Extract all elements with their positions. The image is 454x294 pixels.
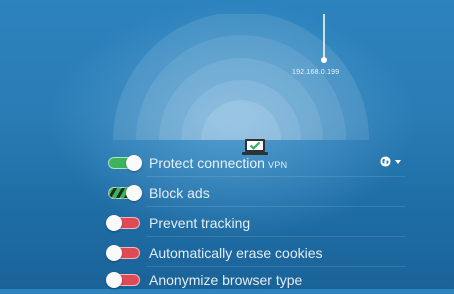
location-selector[interactable] [380, 156, 401, 167]
toggle-knob [106, 245, 122, 261]
setting-label: Automatically erase cookies [149, 245, 323, 261]
ip-address-label: 192.168.0.199 [292, 69, 340, 76]
setting-label: Protect connection VPN [149, 155, 288, 171]
vpn-tag: VPN [267, 160, 288, 170]
setting-row-block-ads[interactable]: Block ads [100, 179, 405, 207]
protect-connection-toggle[interactable] [108, 155, 142, 171]
setting-row-erase-cookies[interactable]: Automatically erase cookies [100, 239, 405, 267]
toggle-knob [106, 272, 122, 288]
prevent-tracking-toggle[interactable] [106, 215, 140, 231]
anonymize-browser-toggle[interactable] [106, 272, 140, 288]
setting-row-protect-connection[interactable]: Protect connection VPN [100, 149, 405, 177]
chevron-down-icon [395, 159, 401, 164]
divider [146, 206, 405, 207]
toggle-knob [126, 185, 142, 201]
erase-cookies-toggle[interactable] [106, 245, 140, 261]
divider [146, 176, 405, 177]
setting-label: Prevent tracking [149, 215, 251, 231]
setting-row-anonymize-browser[interactable]: Anonymize browser type [100, 266, 405, 294]
setting-label: Block ads [149, 185, 210, 201]
toggle-knob [126, 155, 142, 171]
toggle-knob [106, 215, 122, 231]
setting-row-prevent-tracking[interactable]: Prevent tracking [100, 209, 405, 237]
block-ads-toggle[interactable] [108, 185, 142, 201]
setting-label: Anonymize browser type [149, 272, 303, 288]
ip-connector-dot [321, 57, 327, 63]
divider [146, 236, 405, 237]
globe-icon [380, 156, 391, 167]
